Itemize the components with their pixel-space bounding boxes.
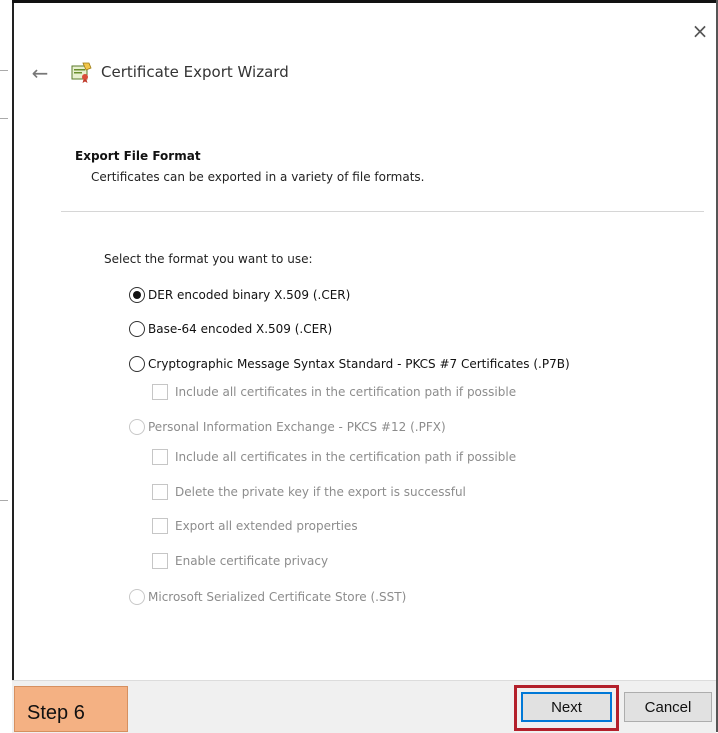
- checkbox-label: Include all certificates in the certific…: [175, 450, 517, 464]
- checkbox-disabled: [152, 553, 168, 569]
- checkbox-disabled: [152, 484, 168, 500]
- radio-option-pfx: Personal Information Exchange - PKCS #12…: [129, 419, 446, 435]
- checkbox-label: Export all extended properties: [175, 519, 358, 533]
- step-label: Step 6: [27, 702, 85, 724]
- radio-label: Microsoft Serialized Certificate Store (…: [148, 590, 407, 604]
- checkbox-label: Delete the private key if the export is …: [175, 485, 466, 499]
- radio-option-sst: Microsoft Serialized Certificate Store (…: [129, 589, 406, 605]
- checkbox-label: Enable certificate privacy: [175, 554, 329, 568]
- cancel-button[interactable]: Cancel: [624, 692, 712, 722]
- wizard-title: Certificate Export Wizard: [101, 63, 289, 81]
- edge-mark: [0, 118, 8, 119]
- checkbox-disabled: [152, 449, 168, 465]
- radio-label: Personal Information Exchange - PKCS #12…: [148, 420, 446, 434]
- top-window-edge: [12, 0, 718, 3]
- radio-button-selected[interactable]: [129, 287, 145, 303]
- close-icon: ×: [691, 19, 709, 43]
- radio-label: Cryptographic Message Syntax Standard - …: [148, 357, 570, 371]
- radio-label: Base-64 encoded X.509 (.CER): [148, 322, 333, 336]
- step-badge: Step 6: [14, 686, 128, 732]
- edge-mark: [0, 500, 8, 501]
- checkbox-pfx-include-path: Include all certificates in the certific…: [152, 449, 516, 465]
- header-divider: [61, 211, 704, 212]
- radio-button[interactable]: [129, 356, 145, 372]
- format-prompt: Select the format you want to use:: [104, 252, 313, 266]
- radio-button-disabled: [129, 419, 145, 435]
- checkbox-p7b-include-path: Include all certificates in the certific…: [152, 384, 516, 400]
- checkbox-pfx-delete-key: Delete the private key if the export is …: [152, 484, 466, 500]
- left-window-edge: [0, 0, 14, 732]
- certificate-wizard-icon: [71, 62, 92, 83]
- checkbox-disabled: [152, 384, 168, 400]
- close-button[interactable]: ×: [686, 17, 714, 45]
- radio-button-disabled: [129, 589, 145, 605]
- radio-option-der[interactable]: DER encoded binary X.509 (.CER): [129, 287, 350, 303]
- section-description: Certificates can be exported in a variet…: [91, 170, 425, 184]
- checkbox-label: Include all certificates in the certific…: [175, 385, 517, 399]
- back-button[interactable]: ←: [28, 61, 52, 85]
- checkbox-pfx-privacy: Enable certificate privacy: [152, 553, 328, 569]
- checkbox-pfx-extended-properties: Export all extended properties: [152, 518, 358, 534]
- next-button-label: Next: [551, 698, 582, 716]
- edge-mark: [0, 70, 8, 71]
- next-button[interactable]: Next: [521, 692, 612, 722]
- radio-option-pkcs7[interactable]: Cryptographic Message Syntax Standard - …: [129, 356, 570, 372]
- back-arrow-icon: ←: [31, 61, 49, 85]
- radio-label: DER encoded binary X.509 (.CER): [148, 288, 351, 302]
- radio-option-base64[interactable]: Base-64 encoded X.509 (.CER): [129, 321, 332, 337]
- cancel-button-label: Cancel: [644, 698, 692, 716]
- section-title: Export File Format: [75, 149, 201, 163]
- radio-button[interactable]: [129, 321, 145, 337]
- checkbox-disabled: [152, 518, 168, 534]
